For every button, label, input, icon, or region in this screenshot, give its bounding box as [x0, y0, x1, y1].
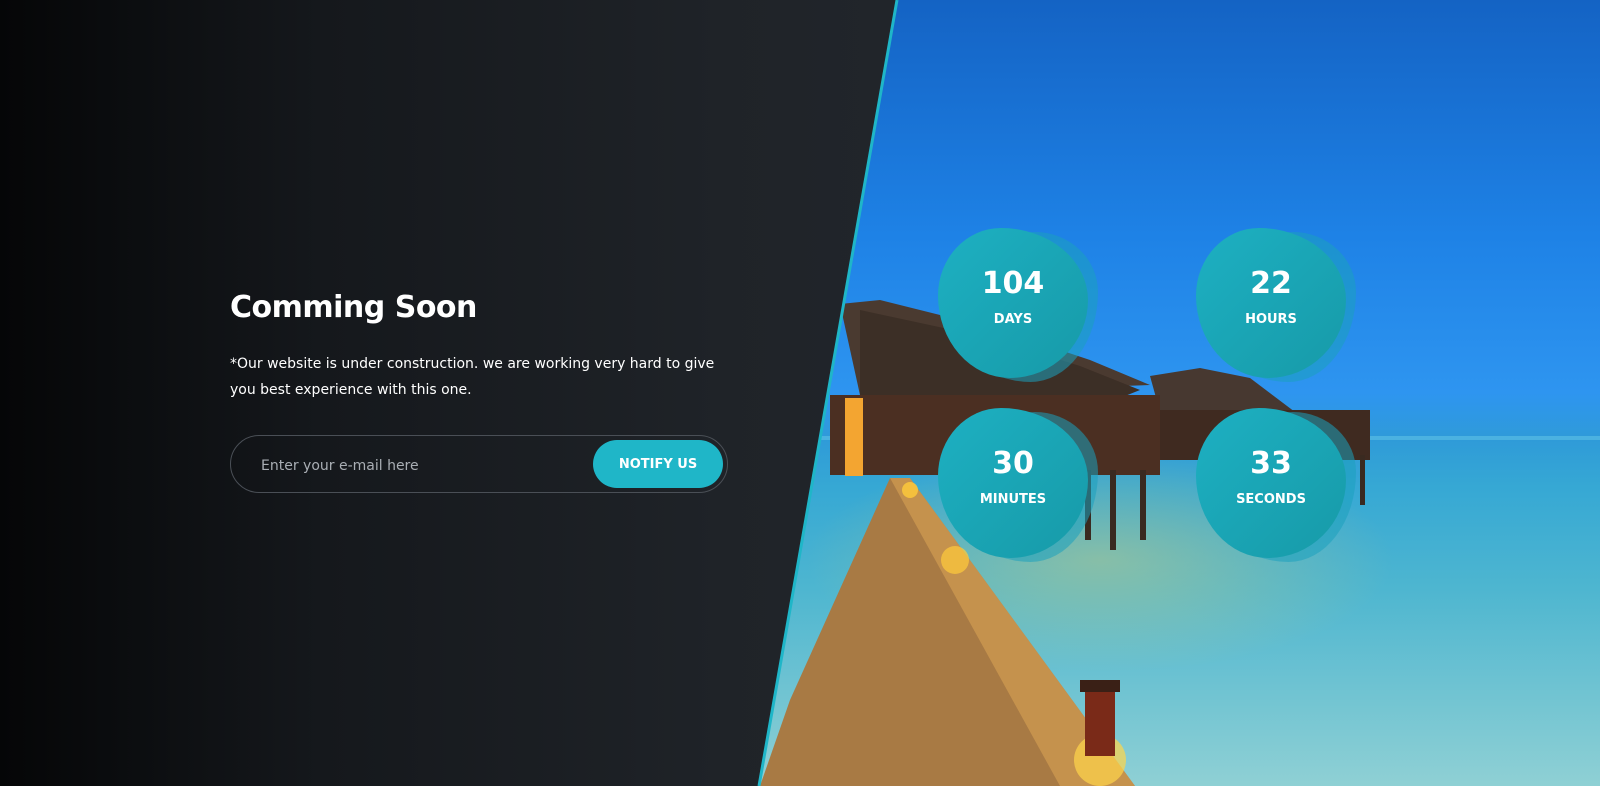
countdown-hours: 22 HOURS	[1196, 228, 1356, 382]
minutes-value: 30	[992, 446, 1034, 481]
days-label: DAYS	[993, 312, 1033, 327]
countdown-days: 104 DAYS	[938, 228, 1098, 382]
countdown-seconds: 33 SECONDS	[1196, 408, 1356, 562]
minutes-label: MINUTES	[979, 492, 1047, 507]
seconds-label: SECONDS	[1236, 492, 1306, 507]
subscribe-form: NOTIFY US	[230, 435, 728, 493]
coming-soon-page: Comming Soon *Our website is under const…	[0, 0, 1600, 786]
hero-content: Comming Soon *Our website is under const…	[230, 290, 730, 493]
notify-us-button[interactable]: NOTIFY US	[593, 440, 723, 488]
email-input[interactable]	[259, 452, 583, 480]
page-description: *Our website is under construction. we a…	[230, 356, 715, 398]
seconds-value: 33	[1250, 446, 1292, 481]
hours-label: HOURS	[1245, 312, 1297, 327]
hours-value: 22	[1250, 266, 1292, 301]
days-value: 104	[981, 266, 1045, 301]
countdown-minutes: 30 MINUTES	[938, 408, 1098, 562]
page-title: Comming Soon	[230, 290, 477, 325]
